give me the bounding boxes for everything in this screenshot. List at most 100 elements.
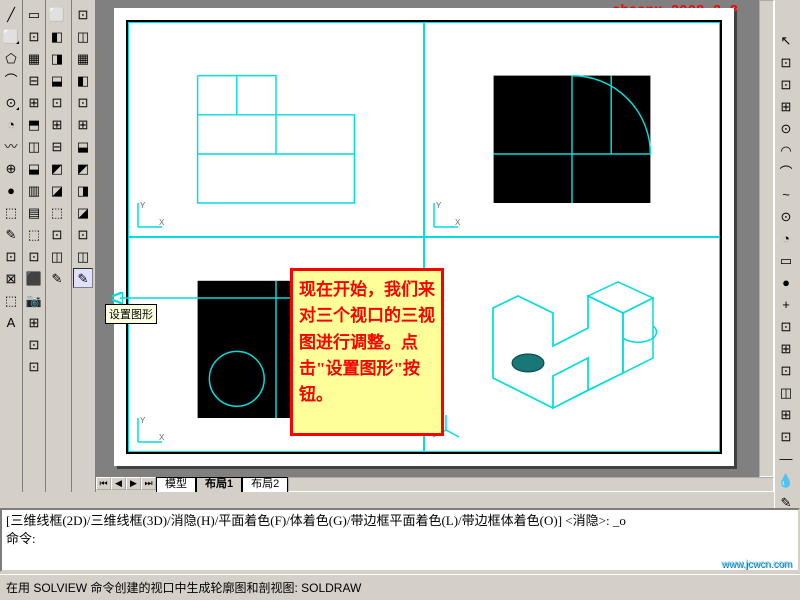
mod-ell[interactable]: ◔ — [776, 228, 796, 248]
command-history-2: 命令: — [6, 530, 794, 548]
view-named[interactable]: ⊡ — [47, 224, 67, 244]
sol-12[interactable]: ◫ — [73, 246, 93, 266]
sol-9[interactable]: ◨ — [73, 180, 93, 200]
view-se[interactable]: ◩ — [47, 158, 67, 178]
mod-h2[interactable]: ⊞ — [776, 338, 796, 358]
tool-spline[interactable]: 〰 — [1, 136, 21, 156]
mod-copy[interactable]: ⊡ — [776, 52, 796, 72]
tool-torus[interactable]: ⬒ — [24, 114, 44, 134]
tab-layout2[interactable]: 布局2 — [242, 477, 288, 492]
tool-circle[interactable]: ⊙ — [1, 92, 21, 112]
annotation-callout: 现在开始，我们来对三个视口的三视图进行调整。点击"设置图形"按钮。 — [290, 268, 444, 436]
tab-first[interactable]: ⏮ — [96, 477, 111, 490]
tool-box[interactable]: ▭ — [24, 4, 44, 24]
view-nw[interactable]: ⬚ — [47, 202, 67, 222]
mod-line[interactable]: — — [776, 448, 796, 468]
tool-hatch[interactable]: ⬚ — [1, 202, 21, 222]
tool-line[interactable]: ╱ — [1, 4, 21, 24]
tab-next[interactable]: ▶ — [126, 477, 141, 490]
mod-spline[interactable]: ~ — [776, 184, 796, 204]
sol-1[interactable]: ⊡ — [73, 4, 93, 24]
tab-model[interactable]: 模型 — [156, 477, 196, 492]
tab-layout1[interactable]: 布局1 — [196, 477, 242, 492]
mod-rect[interactable]: ▭ — [776, 250, 796, 270]
view-bottom[interactable]: ◧ — [47, 26, 67, 46]
tool-wedge[interactable]: ⊞ — [24, 92, 44, 112]
mod-dot[interactable]: ● — [776, 272, 796, 292]
mod-circle[interactable]: ⊙ — [776, 206, 796, 226]
toolbar-draw: ╱ ⬜ ⬠ ⌒ ⊙ ◔ 〰 ⊕ ● ⬚ ✎ ⊡ ⊠ ⬚ A — [0, 0, 23, 492]
sol-2[interactable]: ◫ — [73, 26, 93, 46]
mod-h1[interactable]: ⊡ — [776, 316, 796, 336]
tool-donut[interactable]: ● — [1, 180, 21, 200]
tool-mat2[interactable]: ⊡ — [24, 334, 44, 354]
view-right[interactable]: ⬓ — [47, 70, 67, 90]
scrollbar-vertical[interactable] — [759, 0, 774, 477]
tool-mat3[interactable]: ⊡ — [24, 356, 44, 376]
scrollbar-horizontal[interactable] — [288, 477, 774, 492]
tool-section[interactable]: ▤ — [24, 202, 44, 222]
tool-ellipse[interactable]: ◔ — [1, 114, 21, 134]
mod-h4[interactable]: ◫ — [776, 382, 796, 402]
mod-h5[interactable]: ⊞ — [776, 404, 796, 424]
viewport-top-left[interactable]: XY — [128, 22, 424, 237]
mod-h6[interactable]: ⊡ — [776, 426, 796, 446]
tool-slice[interactable]: ▥ — [24, 180, 44, 200]
tool-polygon[interactable]: ⬠ — [1, 48, 21, 68]
sol-10[interactable]: ◪ — [73, 202, 93, 222]
sol-11[interactable]: ⊡ — [73, 224, 93, 244]
tab-prev[interactable]: ◀ — [111, 477, 126, 490]
view-front[interactable]: ⊡ — [47, 92, 67, 112]
mod-arc2[interactable]: ⌒ — [776, 162, 796, 182]
mod-h3[interactable]: ⊡ — [776, 360, 796, 380]
sol-4[interactable]: ◧ — [73, 70, 93, 90]
tool-arc[interactable]: ⌒ — [1, 70, 21, 90]
mod-mirror[interactable]: ⊡ — [776, 74, 796, 94]
view-left[interactable]: ◨ — [47, 48, 67, 68]
view-sw[interactable]: ⊟ — [47, 136, 67, 156]
viewport-top-right[interactable]: XY — [424, 22, 720, 237]
view-camera[interactable]: ◫ — [47, 246, 67, 266]
isometric-3d-model — [453, 258, 693, 438]
mod-select[interactable]: ↖ — [776, 30, 796, 50]
mod-arc[interactable]: ◠ — [776, 140, 796, 160]
tool-insert[interactable]: ⬚ — [1, 290, 21, 310]
mod-array[interactable]: ⊙ — [776, 118, 796, 138]
view-ne[interactable]: ◪ — [47, 180, 67, 200]
view-back[interactable]: ⊞ — [47, 114, 67, 134]
toolbar-views: ⬜ ◧ ◨ ⬓ ⊡ ⊞ ⊟ ◩ ◪ ⬚ ⊡ ◫ ✎ — [46, 0, 72, 492]
viewport-bottom-right[interactable] — [424, 237, 720, 452]
mod-plus[interactable]: + — [776, 294, 796, 314]
command-window[interactable]: [三维线框(2D)/三维线框(3D)/消隐(H)/平面着色(F)/体着色(G)/… — [0, 508, 800, 572]
mod-drop[interactable]: 💧 — [776, 470, 796, 490]
tool-subtract[interactable]: ⬛ — [24, 268, 44, 288]
tool-point[interactable]: ⊕ — [1, 158, 21, 178]
tab-last[interactable]: ⏭ — [141, 477, 156, 490]
tool-text[interactable]: A — [1, 312, 21, 332]
tool-revolve[interactable]: ⬓ — [24, 158, 44, 178]
view-top[interactable]: ⬜ — [47, 4, 67, 24]
toolbar-solview: ⊡ ◫ ▦ ◧ ⊡ ⊞ ⬓ ◩ ◨ ◪ ⊡ ◫ ✎ — [72, 0, 96, 492]
tool-union[interactable]: ⊡ — [24, 246, 44, 266]
tool-mat1[interactable]: ⊞ — [24, 312, 44, 332]
tool-extrude[interactable]: ◫ — [24, 136, 44, 156]
mod-offset[interactable]: ⊞ — [776, 96, 796, 116]
sol-3[interactable]: ▦ — [73, 48, 93, 68]
setup-drawing-button[interactable]: ✎ — [73, 268, 93, 288]
sol-8[interactable]: ◩ — [73, 158, 93, 178]
sol-5[interactable]: ⊡ — [73, 92, 93, 112]
toolbar-modify: ↖ ⊡ ⊡ ⊞ ⊙ ◠ ⌒ ~ ⊙ ◔ ▭ ● + ⊡ ⊞ ⊡ ◫ ⊞ ⊡ — … — [774, 0, 800, 530]
tooltip: 设置图形 — [105, 304, 157, 324]
tool-sphere[interactable]: ⊡ — [24, 26, 44, 46]
sol-7[interactable]: ⬓ — [73, 136, 93, 156]
sol-6[interactable]: ⊞ — [73, 114, 93, 134]
tool-block[interactable]: ⊠ — [1, 268, 21, 288]
tool-cone[interactable]: ⊟ — [24, 70, 44, 90]
tool-region[interactable]: ⊡ — [1, 246, 21, 266]
tool-render[interactable]: 📷 — [24, 290, 44, 310]
tool-interfere[interactable]: ⬚ — [24, 224, 44, 244]
tool-cylinder[interactable]: ▦ — [24, 48, 44, 68]
view-edit[interactable]: ✎ — [47, 268, 67, 288]
tool-rect[interactable]: ⬜ — [1, 26, 21, 46]
tool-edit[interactable]: ✎ — [1, 224, 21, 244]
